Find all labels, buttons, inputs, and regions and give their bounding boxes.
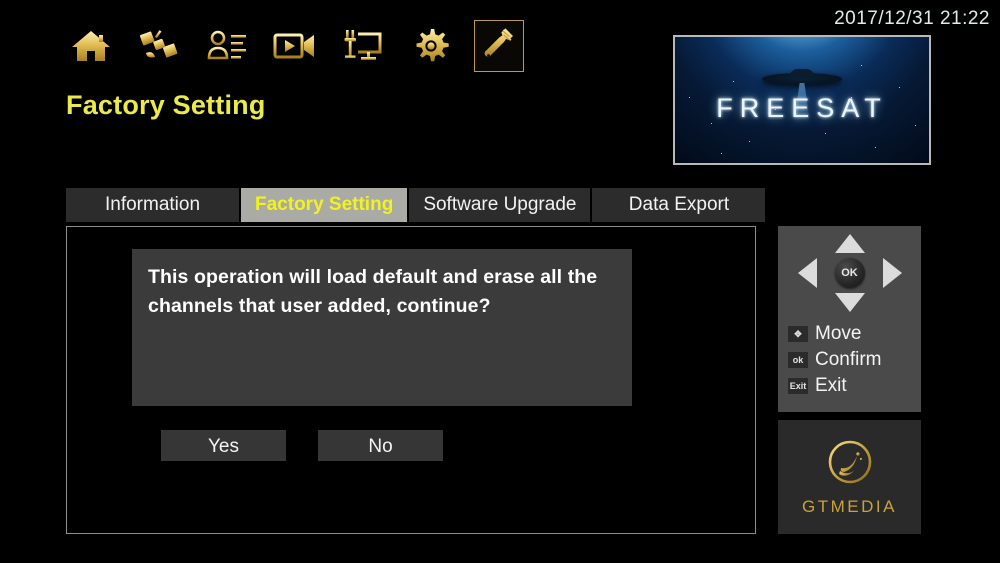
- confirmation-message-text: This operation will load default and era…: [148, 266, 598, 317]
- clock-datetime: 2017/12/31 21:22: [834, 8, 990, 29]
- tab-software-upgrade[interactable]: Software Upgrade: [409, 188, 591, 222]
- gtmedia-logo-text: GTMEDIA: [802, 496, 897, 516]
- yes-button[interactable]: Yes: [161, 430, 286, 461]
- video-camera-icon: [273, 30, 317, 62]
- tab-factory-setting[interactable]: Factory Setting: [241, 188, 408, 222]
- dpad-badge-icon: ✥: [788, 326, 808, 342]
- page-title: Factory Setting: [66, 90, 266, 120]
- help-legend: ✥ Move ok Confirm Exit Exit: [788, 322, 882, 398]
- settings-tab-bar[interactable]: Information Factory Setting Software Upg…: [66, 188, 766, 222]
- nav-channel-list[interactable]: [202, 20, 252, 72]
- user-list-icon: [205, 28, 249, 64]
- satellite-icon: [138, 27, 180, 65]
- preview-image: FREESAT: [675, 37, 929, 163]
- legend-label-move: Move: [815, 323, 862, 344]
- legend-row-confirm: ok Confirm: [788, 348, 882, 372]
- ok-button-icon: OK: [834, 258, 865, 288]
- arrow-left-icon: [797, 258, 817, 288]
- nav-network[interactable]: [338, 20, 388, 72]
- wrench-icon: [481, 28, 517, 64]
- confirmation-message-box: This operation will load default and era…: [132, 249, 632, 406]
- gear-icon: [412, 27, 450, 65]
- dialog-button-row[interactable]: Yes No: [67, 430, 755, 461]
- help-panel: OK ✥ Move ok Confirm Exit Exit: [778, 226, 921, 412]
- home-icon: [71, 28, 111, 64]
- nav-media[interactable]: [270, 20, 320, 72]
- main-nav-icon-bar[interactable]: [66, 18, 524, 74]
- freesat-brand-text: FREESAT: [716, 93, 888, 123]
- legend-row-move: ✥ Move: [788, 322, 882, 346]
- ok-badge-icon: ok: [788, 352, 808, 368]
- monitor-plug-icon: [342, 28, 384, 64]
- nav-home[interactable]: [66, 20, 116, 72]
- dpad-illustration: OK: [797, 234, 902, 312]
- exit-badge-icon: Exit: [788, 378, 808, 394]
- tab-data-export[interactable]: Data Export: [592, 188, 766, 222]
- legend-label-exit: Exit: [815, 375, 847, 396]
- arrow-down-icon: [834, 293, 865, 312]
- arrow-right-icon: [882, 258, 902, 288]
- video-preview-window[interactable]: FREESAT: [673, 35, 931, 165]
- nav-satellite[interactable]: [134, 20, 184, 72]
- brand-logo-panel: GTMEDIA: [778, 420, 921, 534]
- content-panel: This operation will load default and era…: [66, 226, 756, 534]
- legend-label-confirm: Confirm: [815, 349, 882, 370]
- gtmedia-satellite-logo-icon: [826, 438, 874, 491]
- nav-tools[interactable]: [474, 20, 524, 72]
- legend-row-exit: Exit Exit: [788, 374, 882, 398]
- arrow-up-icon: [834, 234, 865, 253]
- tab-information[interactable]: Information: [66, 188, 239, 222]
- no-button[interactable]: No: [318, 430, 443, 461]
- nav-settings[interactable]: [406, 20, 456, 72]
